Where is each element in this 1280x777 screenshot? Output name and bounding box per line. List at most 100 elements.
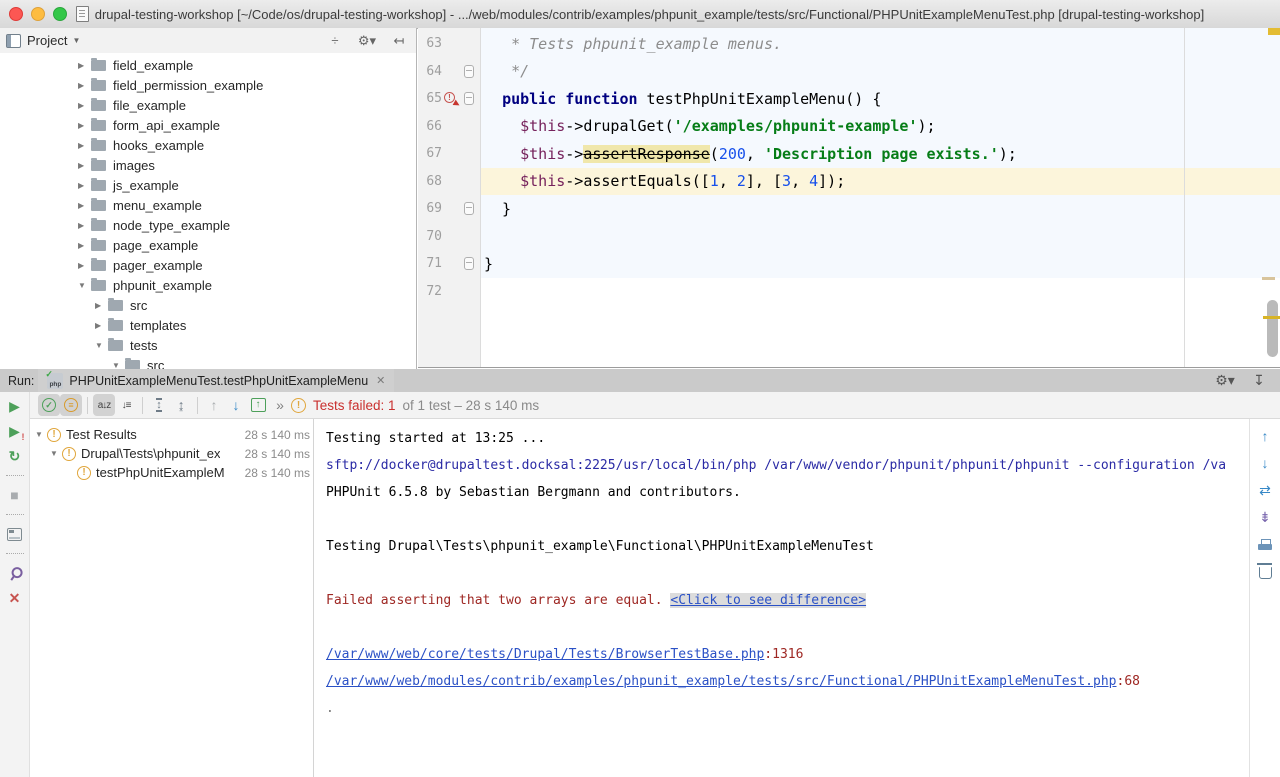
editor-scrollbar-thumb[interactable] [1267,300,1278,357]
fold-marker-icon[interactable] [464,65,474,78]
tree-expanded-arrow-icon[interactable]: ▼ [35,430,47,439]
tree-item[interactable]: ▶field_permission_example [0,75,415,95]
tree-collapsed-arrow-icon[interactable]: ▶ [78,261,91,270]
tree-collapsed-arrow-icon[interactable]: ▶ [78,221,91,230]
code-line[interactable]: */ [481,58,1280,86]
clear-all-button[interactable] [1254,560,1276,582]
tree-item[interactable]: ▶src [0,295,415,315]
previous-failed-test-button[interactable]: ↑ [203,394,225,416]
tree-item[interactable]: ▶file_example [0,95,415,115]
restore-layout-button[interactable] [4,523,26,545]
code-line[interactable]: } [481,250,1280,278]
tree-collapsed-arrow-icon[interactable]: ▶ [78,121,91,130]
scroll-to-end-button[interactable]: ⇟ [1254,506,1276,528]
close-tab-icon[interactable]: ✕ [376,374,385,387]
console-link[interactable]: <Click to see difference> [670,593,866,608]
tree-collapsed-arrow-icon[interactable]: ▶ [78,161,91,170]
code-editor[interactable]: 636465!▶66676869707172 * Tests phpunit_e… [418,28,1280,368]
pin-tab-button[interactable] [4,562,26,584]
console-link[interactable]: /var/www/web/core/tests/Drupal/Tests/Bro… [326,647,764,662]
tree-collapsed-arrow-icon[interactable]: ▶ [78,201,91,210]
tree-collapsed-arrow-icon[interactable]: ▶ [78,181,91,190]
stripe-mark-caret[interactable] [1263,316,1280,319]
test-tree-item[interactable]: ▼!Test Results28 s 140 ms [31,425,313,444]
zoom-window-button[interactable] [53,7,67,21]
tree-collapsed-arrow-icon[interactable]: ▶ [78,101,91,110]
show-ignored-button[interactable]: ≡ [60,394,82,416]
tree-item[interactable]: ▶form_api_example [0,115,415,135]
prev-occurrence-button[interactable]: ↑ [1254,425,1276,447]
tree-item[interactable]: ▶field_example [0,55,415,75]
fold-marker-icon[interactable] [464,202,474,215]
tree-collapsed-arrow-icon[interactable]: ▶ [78,241,91,250]
tree-collapsed-arrow-icon[interactable]: ▶ [95,301,108,310]
tree-expanded-arrow-icon[interactable]: ▼ [50,449,62,458]
inspection-indicator[interactable] [1268,28,1280,35]
folder-icon [91,80,106,91]
toggle-auto-test-button[interactable]: ↻ [4,445,26,467]
test-failed-gutter-icon[interactable]: !▶ [444,92,458,106]
tree-item[interactable]: ▼phpunit_example [0,275,415,295]
code-line[interactable]: * Tests phpunit_example menus. [481,30,1280,58]
print-button[interactable] [1254,533,1276,555]
sort-by-duration-button[interactable]: ↓≡ [115,394,137,416]
tree-expanded-arrow-icon[interactable]: ▼ [78,281,91,290]
close-run-panel-button[interactable]: ✕ [4,587,26,609]
tree-item[interactable]: ▼src [0,355,415,369]
run-settings-gear-icon[interactable]: ⚙▾ [1214,370,1236,392]
sort-by-duration-button-glyph: ↓≡ [122,400,131,411]
next-occurrence-button[interactable]: ↓ [1254,452,1276,474]
fold-marker-icon[interactable] [464,257,474,270]
code-line[interactable]: $this->drupalGet('/examples/phpunit-exam… [481,113,1280,141]
run-toolbar: ✓≡a↓z↓≡↕↨↑↓↑»!Tests failed: 1of 1 test –… [30,392,1280,419]
rerun-button[interactable]: ▶ [4,395,26,417]
export-test-results-button[interactable]: ↑ [247,394,269,416]
run-tab[interactable]: ✓ php PHPUnitExampleMenuTest.testPhpUnit… [38,369,394,392]
tree-expanded-arrow-icon[interactable]: ▼ [112,361,125,370]
expand-all-button[interactable]: ↕ [148,394,170,416]
show-passed-button[interactable]: ✓ [38,394,60,416]
project-panel-title[interactable]: Project [27,33,67,48]
collapse-all-button[interactable]: ↨ [170,394,192,416]
tree-item[interactable]: ▶menu_example [0,195,415,215]
code-line[interactable]: $this->assertEquals([1, 2], [3, 4]); [481,168,1280,196]
tree-collapsed-arrow-icon[interactable]: ▶ [78,141,91,150]
scroll-from-source-icon[interactable]: ÷ [324,30,346,52]
console-text: Testing started at 13:25 ... [326,431,545,446]
tree-collapsed-arrow-icon[interactable]: ▶ [78,61,91,70]
tree-item[interactable]: ▶templates [0,315,415,335]
tree-item[interactable]: ▶js_example [0,175,415,195]
tree-item[interactable]: ▶page_example [0,235,415,255]
code-line[interactable]: public function testPhpUnitExampleMenu()… [481,85,1280,113]
editor-code-area[interactable]: * Tests phpunit_example menus. */ public… [481,28,1280,367]
test-tree-item[interactable]: ▼!Drupal\Tests\phpunit_ex28 s 140 ms [31,444,313,463]
settings-gear-icon[interactable]: ⚙▾ [356,30,378,52]
tree-collapsed-arrow-icon[interactable]: ▶ [95,321,108,330]
close-window-button[interactable] [9,7,23,21]
hide-run-panel-icon[interactable]: ↧ [1248,370,1270,392]
stripe-mark-warning[interactable] [1262,277,1275,280]
code-line[interactable] [481,278,1280,306]
tree-item[interactable]: ▶images [0,155,415,175]
minimize-window-button[interactable] [31,7,45,21]
sort-alphabetically-button[interactable]: a↓z [93,394,115,416]
next-failed-test-button[interactable]: ↓ [225,394,247,416]
tree-item[interactable]: ▶pager_example [0,255,415,275]
tree-item[interactable]: ▶hooks_example [0,135,415,155]
rerun-failed-tests-button[interactable]: ▶! [4,420,26,442]
hide-panel-icon[interactable]: ↤ [388,30,410,52]
soft-wrap-button[interactable]: ⇄ [1254,479,1276,501]
tree-item[interactable]: ▶node_type_example [0,215,415,235]
chevron-down-icon[interactable]: ▼ [72,36,80,45]
fold-marker-icon[interactable] [464,92,474,105]
tree-item[interactable]: ▼tests [0,335,415,355]
code-line[interactable]: } [481,195,1280,223]
code-line[interactable] [481,223,1280,251]
tree-expanded-arrow-icon[interactable]: ▼ [95,341,108,350]
code-line[interactable]: $this->assertResponse(200, 'Description … [481,140,1280,168]
more-toolbar-chevron[interactable]: » [269,394,291,416]
tree-collapsed-arrow-icon[interactable]: ▶ [78,81,91,90]
stop-button[interactable]: ■ [4,484,26,506]
console-link[interactable]: /var/www/web/modules/contrib/examples/ph… [326,674,1117,689]
test-tree-item[interactable]: !testPhpUnitExampleM28 s 140 ms [31,463,313,482]
